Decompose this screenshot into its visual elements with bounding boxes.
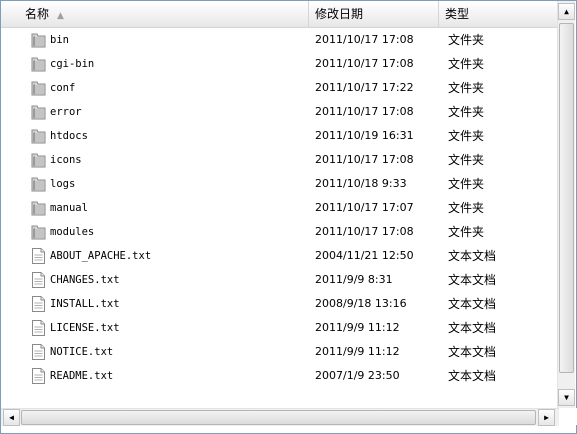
column-header-type-label: 类型 [445,7,470,21]
file-type: 文件夹 [448,57,485,71]
file-type: 文本文档 [448,321,497,335]
file-row[interactable]: NOTICE.txt 2011/9/9 11:12 文本文档 [1,340,559,364]
file-type: 文件夹 [448,177,485,191]
file-modified-date: 2007/1/9 23:50 [315,369,400,382]
file-type: 文件夹 [448,33,485,47]
column-header-modified-label: 修改日期 [315,7,364,21]
file-type: 文本文档 [448,345,497,359]
file-name: INSTALL.txt [50,298,120,310]
file-name: bin [50,34,69,46]
file-modified-date: 2011/9/9 11:12 [315,345,400,358]
scroll-left-button[interactable]: ◀ [3,409,20,426]
file-name: LICENSE.txt [50,322,120,334]
file-row[interactable]: ABOUT_APACHE.txt 2004/11/21 12:50 文本文档 [1,244,559,268]
column-header-type[interactable]: 类型 [439,1,559,27]
file-name: icons [50,154,82,166]
folder-icon [31,104,46,120]
file-name: cgi-bin [50,58,95,70]
file-row[interactable]: INSTALL.txt 2008/9/18 13:16 文本文档 [1,292,559,316]
file-name: NOTICE.txt [50,346,114,358]
file-modified-date: 2011/10/18 9:33 [315,177,407,190]
file-modified-date: 2011/10/17 17:08 [315,105,414,118]
file-modified-date: 2011/10/17 17:07 [315,201,414,214]
file-type: 文本文档 [448,369,497,383]
file-row[interactable]: modules 2011/10/17 17:08 文件夹 [1,220,559,244]
file-row[interactable]: LICENSE.txt 2011/9/9 11:12 文本文档 [1,316,559,340]
file-modified-date: 2011/10/17 17:08 [315,225,414,238]
file-list-window: 名称 ▲ 修改日期 类型 bin 2011/10/17 17:08 文件夹 cgi-bi… [0,0,577,434]
file-modified-date: 2011/9/9 8:31 [315,273,393,286]
file-modified-date: 2011/10/17 17:08 [315,33,414,46]
file-row[interactable]: cgi-bin 2011/10/17 17:08 文件夹 [1,52,559,76]
column-header-bar: 名称 ▲ 修改日期 类型 [1,1,559,28]
scroll-up-button[interactable]: ▲ [558,3,575,20]
text-file-icon [31,272,46,288]
file-modified-date: 2011/10/19 16:31 [315,129,414,142]
file-row[interactable]: bin 2011/10/17 17:08 文件夹 [1,28,559,52]
file-name: logs [50,178,76,190]
file-modified-date: 2011/10/17 17:08 [315,57,414,70]
horizontal-scrollbar[interactable]: ◀ ▶ [1,408,559,426]
file-name: manual [50,202,88,214]
folder-icon [31,200,46,216]
file-name: error [50,106,82,118]
column-header-modified[interactable]: 修改日期 [309,1,439,27]
file-name: modules [50,226,95,238]
file-modified-date: 2004/11/21 12:50 [315,249,414,262]
file-type: 文件夹 [448,201,485,215]
column-header-name-label: 名称 [25,7,50,21]
horizontal-scroll-thumb[interactable] [21,410,536,425]
file-name: ABOUT_APACHE.txt [50,250,152,262]
folder-icon [31,128,46,144]
column-header-name[interactable]: 名称 ▲ [1,1,309,27]
folder-icon [31,176,46,192]
text-file-icon [31,368,46,384]
scroll-down-button[interactable]: ▼ [558,389,575,406]
text-file-icon [31,248,46,264]
vertical-scrollbar[interactable]: ▲ ▼ [557,1,575,408]
file-row[interactable]: logs 2011/10/18 9:33 文件夹 [1,172,559,196]
file-type: 文件夹 [448,129,485,143]
folder-icon [31,152,46,168]
file-name: README.txt [50,370,114,382]
vertical-scroll-thumb[interactable] [559,23,574,373]
file-type: 文本文档 [448,273,497,287]
file-row[interactable]: error 2011/10/17 17:08 文件夹 [1,100,559,124]
text-file-icon [31,320,46,336]
folder-icon [31,224,46,240]
sort-ascending-icon: ▲ [57,11,64,21]
file-row[interactable]: README.txt 2007/1/9 23:50 文本文档 [1,364,559,388]
file-name: htdocs [50,130,88,142]
file-row[interactable]: manual 2011/10/17 17:07 文件夹 [1,196,559,220]
file-type: 文件夹 [448,153,485,167]
text-file-icon [31,344,46,360]
file-name: conf [50,82,76,94]
folder-icon [31,80,46,96]
scroll-right-button[interactable]: ▶ [538,409,555,426]
file-row[interactable]: icons 2011/10/17 17:08 文件夹 [1,148,559,172]
scrollbar-corner [560,408,577,425]
file-modified-date: 2011/9/9 11:12 [315,321,400,334]
folder-icon [31,32,46,48]
folder-icon [31,56,46,72]
file-list: bin 2011/10/17 17:08 文件夹 cgi-bin 2011/10/17 … [1,28,559,408]
file-type: 文件夹 [448,105,485,119]
file-type: 文本文档 [448,297,497,311]
file-type: 文件夹 [448,81,485,95]
file-type: 文件夹 [448,225,485,239]
file-name: CHANGES.txt [50,274,120,286]
file-modified-date: 2008/9/18 13:16 [315,297,407,310]
file-row[interactable]: CHANGES.txt 2011/9/9 8:31 文本文档 [1,268,559,292]
file-row[interactable]: conf 2011/10/17 17:22 文件夹 [1,76,559,100]
file-modified-date: 2011/10/17 17:08 [315,153,414,166]
text-file-icon [31,296,46,312]
file-modified-date: 2011/10/17 17:22 [315,81,414,94]
file-row[interactable]: htdocs 2011/10/19 16:31 文件夹 [1,124,559,148]
file-type: 文本文档 [448,249,497,263]
